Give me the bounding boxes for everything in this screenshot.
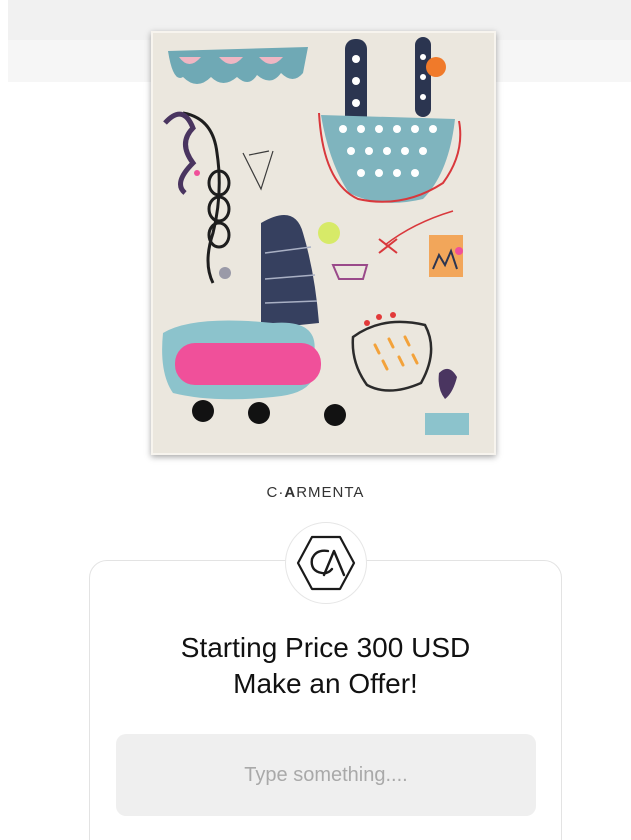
brand-rest: RMENTA — [296, 484, 365, 501]
story-page: C·ARMENTA Starting Price 300 USD Make an… — [0, 0, 631, 840]
offer-line-1: Starting Price 300 USD — [180, 632, 471, 663]
offer-response-input[interactable] — [116, 734, 536, 816]
ca-hexagon-logo-icon — [296, 535, 356, 591]
offer-line-2: Make an Offer! — [233, 668, 418, 699]
abstract-painting-image — [153, 33, 494, 453]
offer-heading: Starting Price 300 USD Make an Offer! — [89, 630, 562, 702]
artwork-image[interactable] — [151, 31, 496, 455]
brand-bold-letter: A — [284, 484, 297, 501]
brand-name: C·ARMENTA — [0, 484, 631, 501]
brand-initial: C — [266, 484, 279, 501]
profile-avatar[interactable] — [285, 522, 367, 604]
